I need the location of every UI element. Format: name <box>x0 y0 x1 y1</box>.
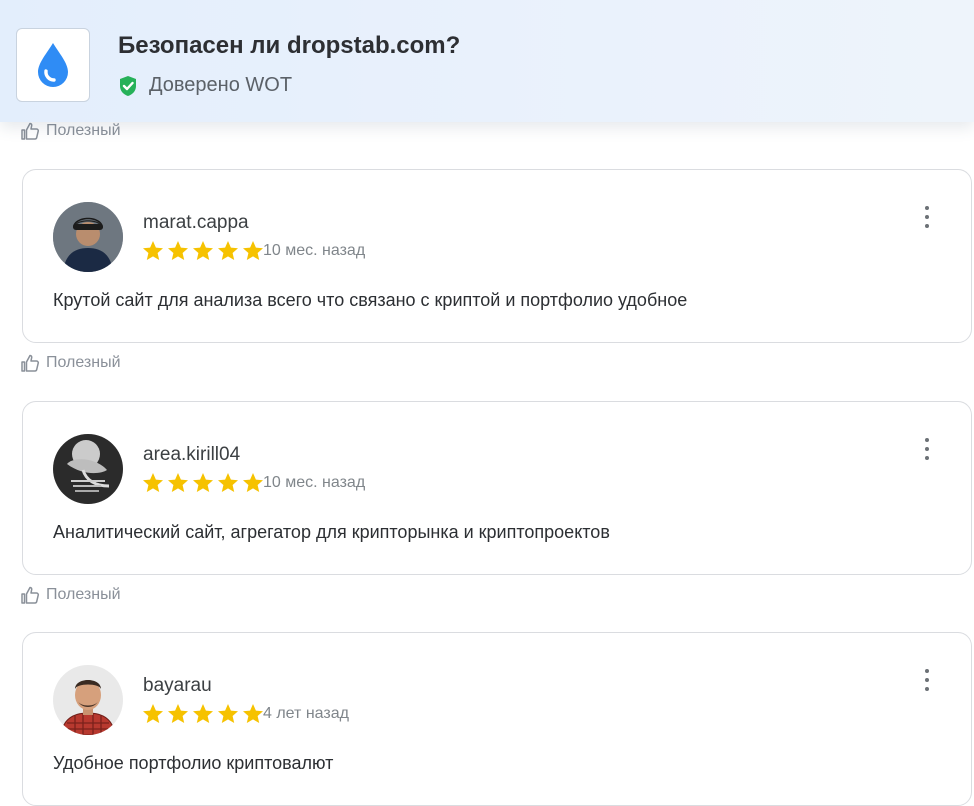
water-drop-icon <box>38 43 68 87</box>
site-logo <box>16 28 90 102</box>
star-icon <box>243 241 263 260</box>
thumbs-up-icon <box>21 122 40 140</box>
review-text: Удобное портфолио криптовалют <box>53 753 334 773</box>
helpful-button[interactable]: Полезный <box>20 122 121 140</box>
star-icon <box>193 704 213 723</box>
rating-stars <box>141 703 266 725</box>
star-icon <box>143 473 163 492</box>
review-time: 10 мес. назад <box>263 474 366 491</box>
star-icon <box>193 241 213 260</box>
avatar <box>53 434 123 504</box>
star-icon <box>218 473 238 492</box>
rating-stars <box>141 240 266 262</box>
star-icon <box>243 473 263 492</box>
helpful-label: Полезный <box>46 354 121 371</box>
avatar <box>53 665 123 735</box>
trust-status: Доверено WOT <box>118 74 292 97</box>
review-username[interactable]: bayarau <box>143 675 212 697</box>
review-card: bayarau 4 лет назад Удобное портфолио кр… <box>22 632 972 806</box>
site-header: Безопасен ли dropstab.com? Доверено WOT <box>0 0 974 122</box>
more-options-icon[interactable] <box>923 206 931 228</box>
helpful-button[interactable]: Полезный <box>20 586 121 604</box>
review-username[interactable]: area.kirill04 <box>143 444 240 466</box>
star-icon <box>218 704 238 723</box>
review-time: 10 мес. назад <box>263 242 366 259</box>
rating-stars <box>141 472 266 494</box>
star-icon <box>143 704 163 723</box>
star-icon <box>243 704 263 723</box>
helpful-label: Полезный <box>46 586 121 603</box>
avatar <box>53 202 123 272</box>
helpful-button[interactable]: Полезный <box>20 354 121 372</box>
helpful-label: Полезный <box>46 122 121 139</box>
star-icon <box>168 241 188 260</box>
star-icon <box>168 473 188 492</box>
review-text: Аналитический сайт, агрегатор для крипто… <box>53 522 610 542</box>
star-icon <box>193 473 213 492</box>
thumbs-up-icon <box>21 586 40 604</box>
star-icon <box>168 704 188 723</box>
review-time: 4 лет назад <box>263 705 349 722</box>
review-card: marat.cappa 10 мес. назад Крутой сайт дл… <box>22 169 972 343</box>
more-options-icon[interactable] <box>923 438 931 460</box>
review-card: area.kirill04 10 мес. назад Аналитически… <box>22 401 972 575</box>
review-text: Крутой сайт для анализа всего что связан… <box>53 290 688 310</box>
star-icon <box>218 241 238 260</box>
page-title: Безопасен ли dropstab.com? <box>118 32 461 59</box>
shield-check-icon <box>120 75 136 96</box>
trust-label: Доверено WOT <box>149 74 293 96</box>
more-options-icon[interactable] <box>923 669 931 691</box>
thumbs-up-icon <box>21 354 40 372</box>
review-username[interactable]: marat.cappa <box>143 212 249 234</box>
star-icon <box>143 241 163 260</box>
